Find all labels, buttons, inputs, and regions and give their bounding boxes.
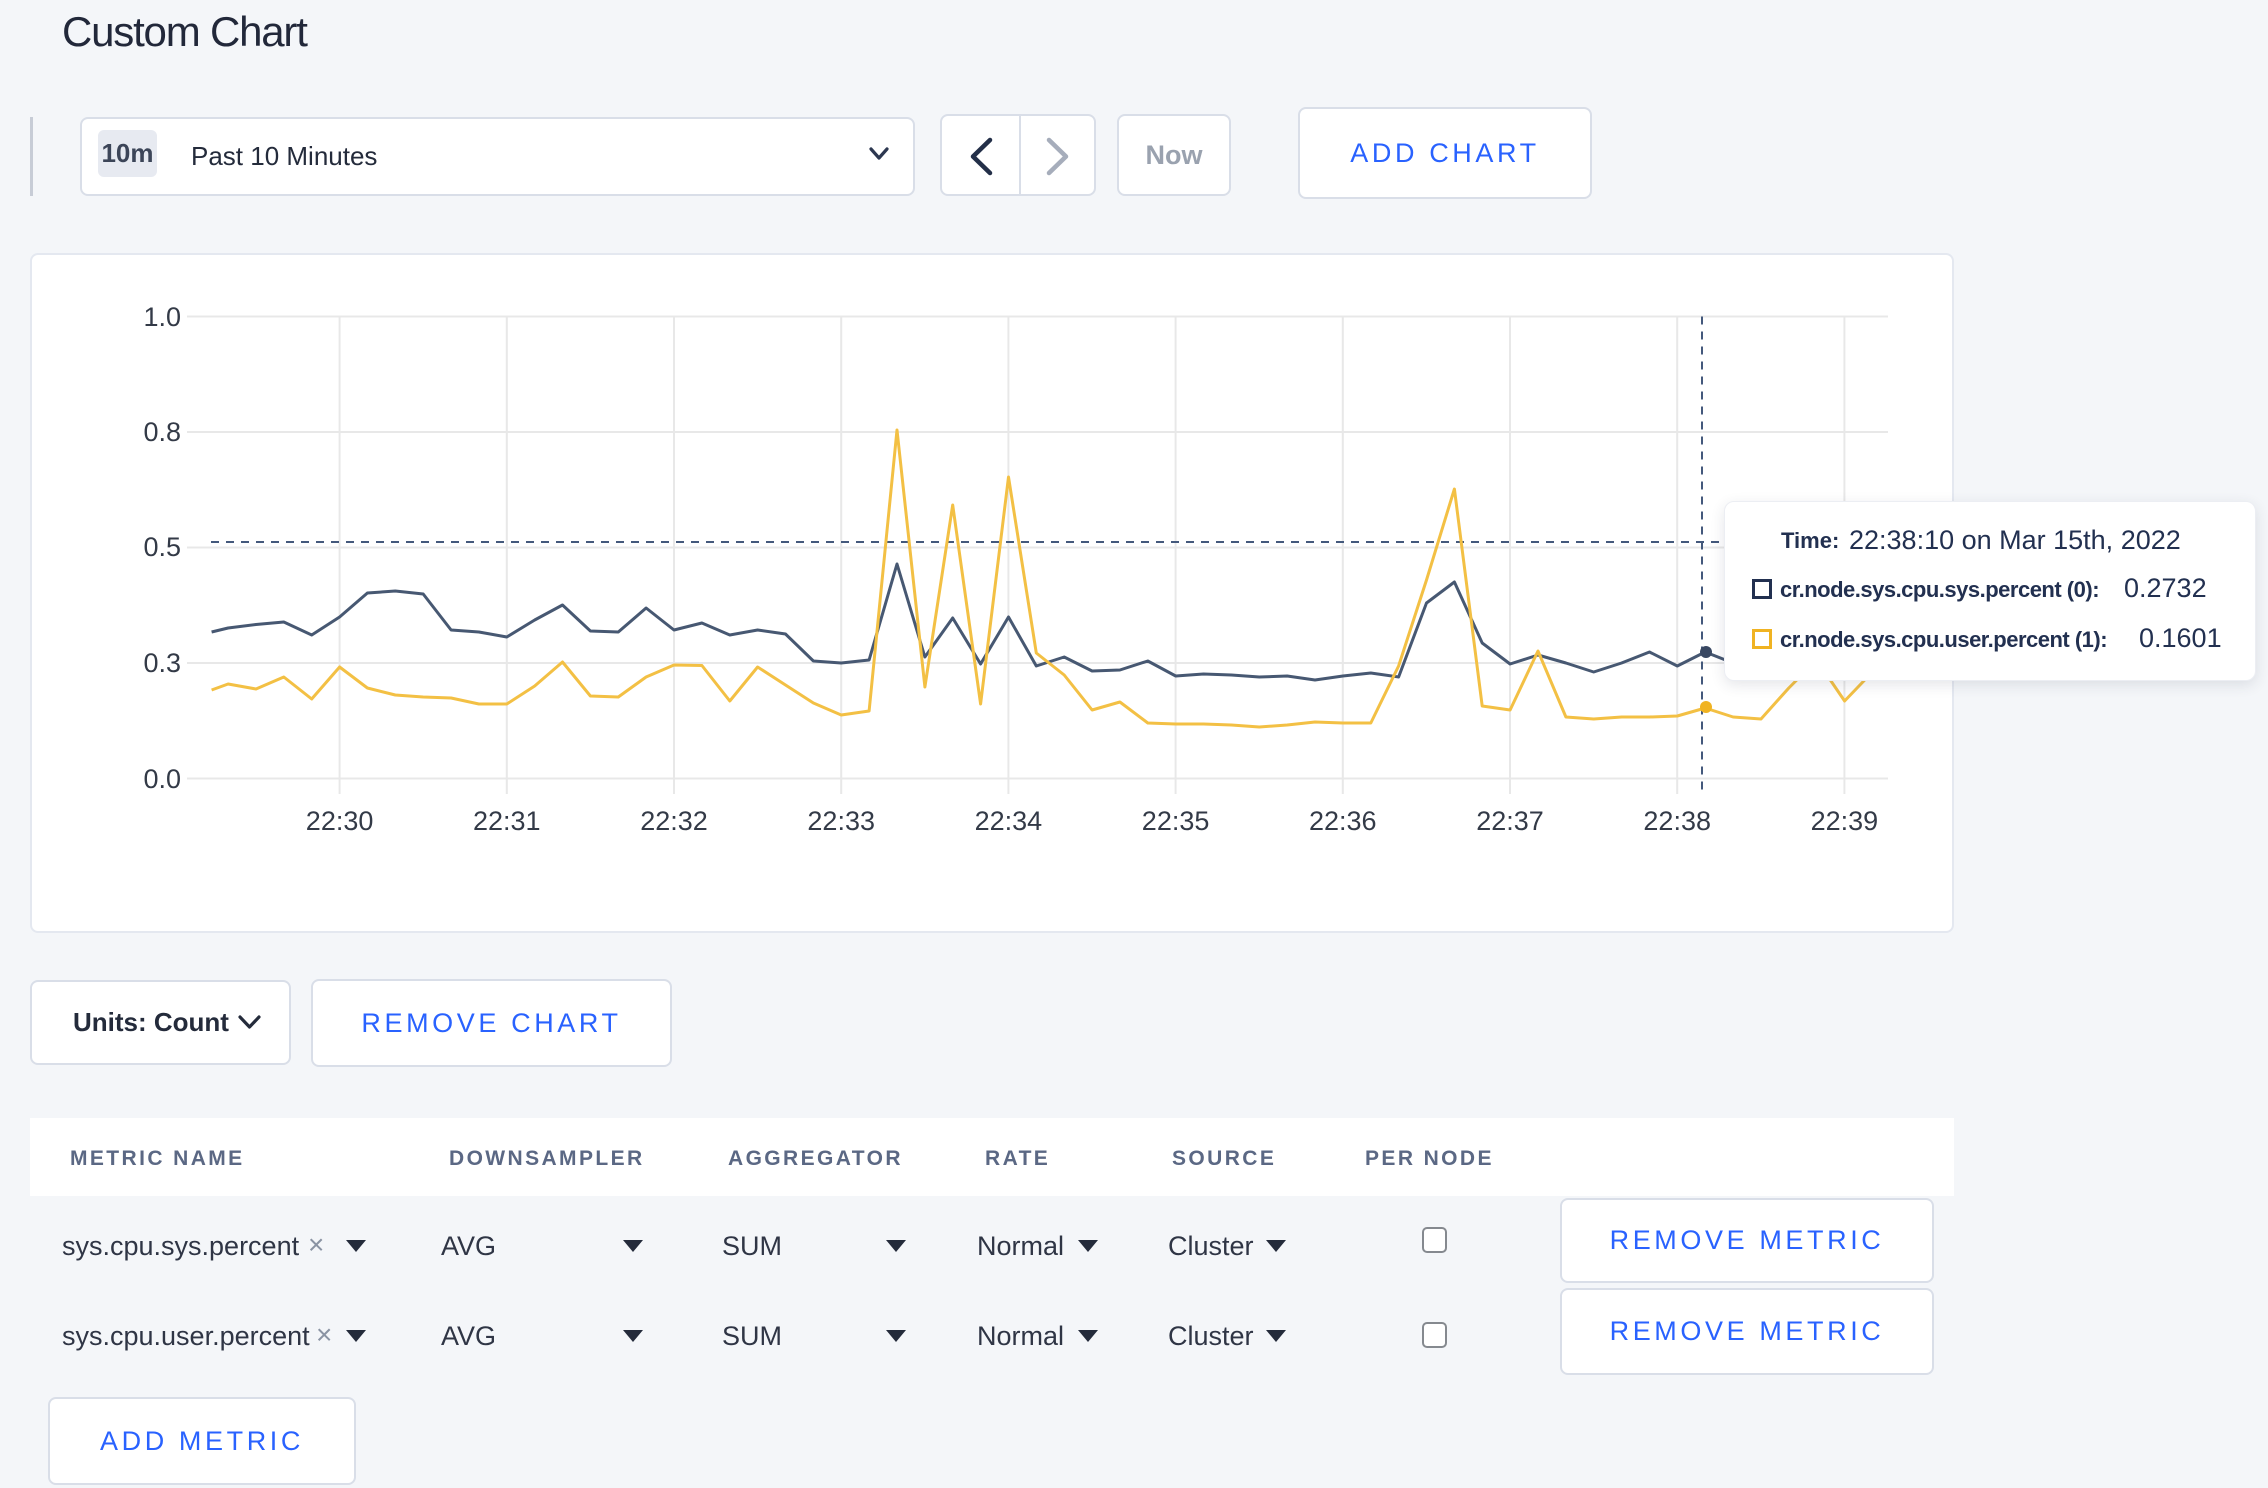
svg-text:22:36: 22:36: [1309, 806, 1377, 836]
svg-text:22:37: 22:37: [1476, 806, 1544, 836]
svg-text:22:38: 22:38: [1643, 806, 1711, 836]
svg-text:22:35: 22:35: [1142, 806, 1210, 836]
svg-text:1.0: 1.0: [143, 302, 181, 332]
svg-text:0.0: 0.0: [143, 764, 181, 794]
svg-text:22:33: 22:33: [807, 806, 875, 836]
svg-text:22:39: 22:39: [1811, 806, 1879, 836]
svg-text:22:32: 22:32: [640, 806, 708, 836]
svg-text:22:31: 22:31: [473, 806, 541, 836]
svg-text:0.3: 0.3: [143, 648, 181, 678]
svg-text:22:30: 22:30: [306, 806, 374, 836]
svg-text:22:34: 22:34: [975, 806, 1043, 836]
svg-text:0.5: 0.5: [143, 532, 181, 562]
svg-text:0.8: 0.8: [143, 417, 181, 447]
